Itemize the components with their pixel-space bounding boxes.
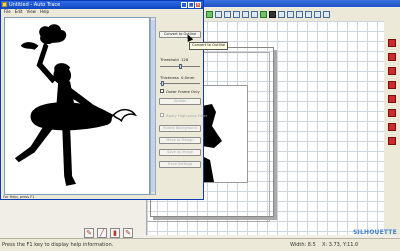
- thickness-slider-track[interactable]: [160, 83, 200, 84]
- vertical-scrollbar[interactable]: [150, 17, 156, 195]
- offset-icon[interactable]: [388, 81, 396, 89]
- trace-statusbar: For Help, press F1: [3, 195, 35, 199]
- ballerina-silhouette: [14, 24, 138, 186]
- zoom-in-icon[interactable]: [206, 11, 213, 18]
- line-style-icon[interactable]: [388, 137, 396, 145]
- diagonal-line-icon[interactable]: ╱: [97, 228, 107, 238]
- window-title: Untitled - Auto Trace: [9, 2, 61, 8]
- transform-icon[interactable]: [388, 123, 396, 131]
- threshold-value: 128: [181, 57, 189, 62]
- text-tool-icon[interactable]: [296, 11, 303, 18]
- thickness-value: 0.0mm: [181, 75, 195, 80]
- trace-app-icon: [2, 2, 7, 7]
- registration-icon[interactable]: [388, 67, 396, 75]
- silhouette-logo: SILHOUETTE: [353, 229, 397, 236]
- filter-checkbox[interactable]: [160, 113, 164, 117]
- convert-to-outline-button[interactable]: Convert to Outline: [159, 31, 201, 38]
- zoom-out-icon[interactable]: [215, 11, 222, 18]
- app-toolbar: [200, 8, 400, 21]
- grid-icon[interactable]: [242, 11, 249, 18]
- page-icon[interactable]: [305, 11, 312, 18]
- line-icon[interactable]: [278, 11, 285, 18]
- rotate-background-button[interactable]: Rotate Background: [159, 125, 201, 132]
- cut-settings-icon[interactable]: [388, 39, 396, 47]
- close-button[interactable]: ×: [195, 2, 201, 8]
- trace-preview-canvas[interactable]: [4, 17, 150, 195]
- send-to-cutter-icon[interactable]: [388, 53, 396, 61]
- trace-settings-button[interactable]: Trace Settings: [159, 161, 201, 168]
- thickness-label: Thickness: [160, 75, 179, 80]
- pen-tool-icon[interactable]: ✎: [123, 228, 133, 238]
- coordinates-readout: X: 3.73, Y:11.0: [322, 242, 359, 248]
- auto-trace-window: Untitled - Auto Trace _ □ × File Edit Vi…: [0, 0, 208, 200]
- outer-frame-checkbox[interactable]: [160, 89, 164, 93]
- app-statusbar: Press the F1 key to display help informa…: [0, 238, 400, 251]
- menu-view[interactable]: View: [26, 9, 36, 15]
- app-status-text: Press the F1 key to display help informa…: [2, 242, 114, 248]
- shape-icon[interactable]: [287, 11, 294, 18]
- update-button[interactable]: Update: [159, 98, 201, 105]
- menu-help[interactable]: Help: [40, 9, 49, 15]
- filter-label: Apply High-pass Filter: [166, 113, 208, 118]
- save-as-image-button[interactable]: Save as Image: [159, 149, 201, 156]
- draw-tool-icon[interactable]: ✎: [84, 228, 94, 238]
- menu-edit[interactable]: Edit: [15, 9, 23, 15]
- size-readout: Width: 8.5: [290, 242, 316, 248]
- trace-titlebar[interactable]: Untitled - Auto Trace _ □ ×: [1, 1, 203, 9]
- select-icon[interactable]: [251, 11, 258, 18]
- scrollbar-thumb[interactable]: [151, 20, 155, 192]
- imported-silhouette-preview: [202, 104, 222, 182]
- threshold-label: Threshold: [160, 57, 179, 62]
- color-picker-icon[interactable]: ▮: [110, 228, 120, 238]
- cut-icon[interactable]: [260, 11, 267, 18]
- outer-frame-label: Outer Frame Only: [166, 89, 200, 94]
- replicate-icon[interactable]: [388, 95, 396, 103]
- threshold-slider-thumb[interactable]: [179, 64, 182, 69]
- move-icon[interactable]: [233, 11, 240, 18]
- maximize-button[interactable]: □: [188, 2, 194, 8]
- tooltip: Convert to Outline: [189, 42, 229, 50]
- trace-icon[interactable]: [314, 11, 321, 18]
- zoom-fit-icon[interactable]: [224, 11, 231, 18]
- minimize-button[interactable]: _: [181, 2, 187, 8]
- menu-bar: File Edit View Help: [1, 9, 203, 15]
- thickness-slider-thumb[interactable]: [161, 81, 164, 86]
- bottom-toolbar: ✎ ╱ ▮ ✎: [84, 228, 144, 238]
- fill-icon[interactable]: [269, 11, 276, 18]
- library-icon[interactable]: [323, 11, 330, 18]
- move-to-design-button[interactable]: Move to Design: [159, 137, 201, 144]
- right-tool-panel: [384, 21, 400, 235]
- weld-icon[interactable]: [388, 109, 396, 117]
- imported-image[interactable]: [201, 85, 248, 183]
- menu-file[interactable]: File: [4, 9, 11, 15]
